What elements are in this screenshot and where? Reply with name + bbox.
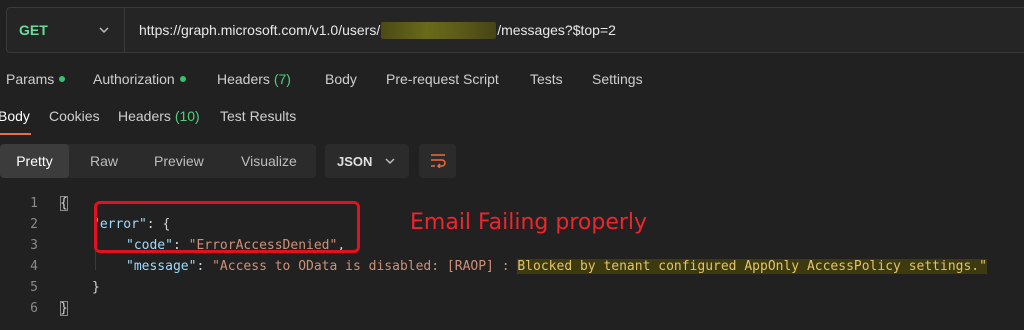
active-tab-underline [0, 133, 31, 135]
tab-tests-label: Tests [530, 71, 563, 87]
line-number: 2 [30, 217, 38, 232]
view-mode-visualize[interactable]: Visualize [241, 144, 297, 178]
response-tab-headers-label: Headers [118, 108, 171, 124]
code-text: "message": "Access to OData is disabled:… [126, 259, 987, 274]
tab-headers[interactable]: Headers (7) [217, 71, 291, 87]
response-tab-headers-count: (10) [174, 108, 200, 124]
view-mode-pretty[interactable]: Pretty [0, 144, 69, 178]
tab-settings[interactable]: Settings [592, 71, 643, 87]
format-select[interactable]: JSON [325, 144, 409, 178]
response-tab-body-label: Body [0, 108, 30, 124]
tab-tests[interactable]: Tests [530, 71, 563, 87]
line-number: 1 [30, 196, 38, 211]
view-mode-raw[interactable]: Raw [90, 144, 118, 178]
json-key: "message" [126, 259, 197, 274]
response-tab-test-results[interactable]: Test Results [220, 108, 296, 124]
url-input[interactable]: https://graph.microsoft.com/v1.0/users/ /… [125, 21, 616, 39]
authorization-status-dot [179, 76, 186, 82]
json-string-highlight: Blocked by tenant configured AppOnly Acc… [517, 259, 987, 274]
wrap-lines-icon [429, 152, 447, 171]
line-number: 5 [30, 280, 38, 295]
code-text: } [60, 301, 68, 316]
view-mode-raw-label: Raw [90, 153, 119, 169]
tab-pre-request-script[interactable]: Pre-request Script [386, 71, 499, 87]
params-status-dot [59, 76, 66, 82]
tab-pre-request-label: Pre-request Script [386, 71, 499, 87]
annotation-highlight-box [94, 201, 360, 253]
tab-params[interactable]: Params [6, 71, 66, 87]
format-label: JSON [337, 153, 373, 169]
tab-headers-label: Headers [217, 71, 270, 87]
response-tab-test-results-label: Test Results [220, 108, 297, 124]
url-suffix: /messages?$top=2 [497, 22, 616, 38]
wrap-lines-button[interactable] [419, 144, 456, 178]
view-mode-selector: Pretty Raw Preview Visualize [0, 144, 316, 178]
line-number: 3 [30, 238, 38, 253]
view-mode-pretty-label: Pretty [16, 153, 53, 169]
response-tab-headers[interactable]: Headers (10) [118, 108, 200, 124]
tab-headers-count: (7) [273, 71, 291, 87]
tab-authorization-label: Authorization [93, 71, 175, 87]
json-punctuation: : [196, 259, 213, 274]
code-text: { [60, 196, 68, 211]
response-tab-cookies[interactable]: Cookies [49, 108, 100, 124]
chevron-down-icon [98, 24, 110, 36]
chevron-down-icon [384, 155, 396, 167]
view-mode-visualize-label: Visualize [241, 153, 297, 169]
method-label: GET [19, 22, 48, 38]
code-line: 6 } [0, 298, 1024, 319]
line-number: 4 [30, 259, 38, 274]
tab-body[interactable]: Body [325, 71, 357, 87]
annotation-text: Email Failing properly [410, 210, 648, 235]
json-string: "Access to OData is disabled: [RAOP] : [212, 259, 518, 274]
tab-params-label: Params [6, 71, 55, 87]
url-prefix: https://graph.microsoft.com/v1.0/users/ [139, 22, 381, 38]
code-line: 4 "message": "Access to OData is disable… [0, 256, 1024, 277]
code-text: } [92, 280, 100, 295]
response-tab-body[interactable]: Body [0, 108, 30, 124]
request-url-bar: GET https://graph.microsoft.com/v1.0/use… [6, 7, 1024, 53]
tab-authorization[interactable]: Authorization [93, 71, 186, 87]
method-select[interactable]: GET [7, 8, 125, 52]
code-line: 5 } [0, 277, 1024, 298]
redacted-user-id [381, 21, 497, 39]
tab-body-label: Body [325, 71, 357, 87]
view-mode-preview-label: Preview [154, 153, 204, 169]
view-mode-preview[interactable]: Preview [154, 144, 204, 178]
response-tab-cookies-label: Cookies [49, 108, 100, 124]
tab-settings-label: Settings [592, 71, 643, 87]
line-number: 6 [30, 301, 38, 316]
